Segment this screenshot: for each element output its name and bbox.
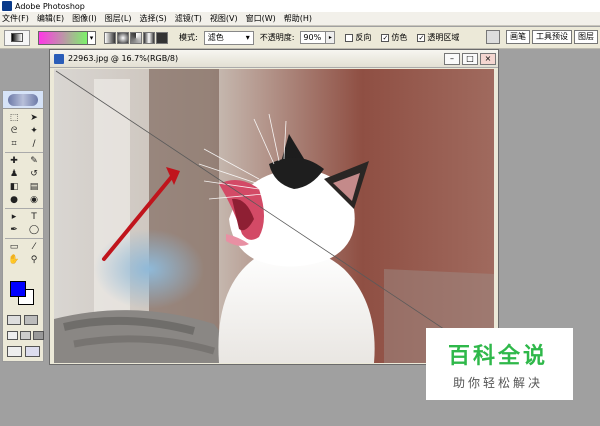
reverse-checkbox[interactable]: 反向 [345, 32, 371, 43]
watermark-logo: 百科全说 [447, 344, 548, 369]
move-icon[interactable]: ➤ [25, 112, 43, 124]
menu-select[interactable]: 选择(S) [139, 13, 166, 24]
document-window: 22963.jpg @ 16.7%(RGB/8) – □ × [49, 49, 499, 365]
eraser-icon[interactable]: ◧ [5, 181, 23, 193]
crop-icon[interactable]: ⌗ [5, 138, 23, 150]
menu-file[interactable]: 文件(F) [2, 13, 29, 24]
cat-photo [54, 69, 494, 363]
close-button[interactable]: × [480, 52, 496, 65]
mode-value: 滤色 [207, 33, 224, 42]
history-brush-icon[interactable]: ↺ [25, 168, 43, 180]
jump-to-imageready-icon[interactable] [25, 346, 40, 357]
file-browser-icon[interactable] [486, 30, 500, 44]
marquee-icon[interactable]: ⬚ [5, 112, 23, 124]
document-title: 22963.jpg @ 16.7%(RGB/8) [68, 54, 179, 63]
menu-window[interactable]: 窗口(W) [246, 13, 276, 24]
minimize-button[interactable]: – [444, 52, 460, 65]
app-title: Adobe Photoshop [15, 1, 85, 11]
shape-icon[interactable]: ◯ [25, 224, 43, 236]
slice-icon[interactable]: ∕ [25, 138, 43, 150]
image-canvas[interactable] [54, 69, 494, 363]
eyedropper-icon[interactable]: ⁄ [25, 241, 43, 253]
dither-label: 仿色 [391, 33, 408, 42]
tab-tool-presets[interactable]: 工具预设 [532, 30, 572, 44]
menu-layer[interactable]: 图层(L) [105, 13, 132, 24]
tool-preset-picker[interactable] [4, 29, 30, 46]
menu-help[interactable]: 帮助(H) [284, 13, 312, 24]
magic-wand-icon[interactable]: ✦ [25, 125, 43, 137]
mode-select[interactable]: 滤色 ▾ [203, 30, 254, 45]
chevron-down-icon: ▾ [245, 33, 250, 42]
document-icon [54, 53, 64, 64]
type-icon[interactable]: T [25, 211, 43, 223]
watermark-subtitle: 助你轻松解决 [452, 376, 543, 390]
chevron-down-icon[interactable]: ▾ [88, 30, 96, 45]
notes-icon[interactable]: ▭ [5, 241, 23, 253]
reverse-checkbox-box [345, 33, 354, 42]
menu-bar: 文件(F) 编辑(E) 图像(I) 图层(L) 选择(S) 滤镜(T) 视图(V… [0, 12, 600, 26]
menu-edit[interactable]: 编辑(E) [37, 13, 64, 24]
toolbox-header [3, 91, 43, 109]
print-icon[interactable] [7, 346, 22, 357]
radial-gradient-button[interactable] [117, 31, 129, 44]
palette-well: 画笔 工具预设 图层 [486, 30, 600, 44]
brush-icon[interactable]: ✎ [25, 155, 43, 167]
menu-image[interactable]: 图像(I) [72, 13, 97, 24]
transparency-label: 透明区域 [427, 33, 460, 42]
linear-gradient-button[interactable] [104, 31, 116, 44]
stamp-icon[interactable]: ♟ [5, 168, 23, 180]
gradient-swatch[interactable] [38, 30, 88, 45]
foreground-color-swatch[interactable] [10, 281, 26, 297]
path-select-icon[interactable]: ▸ [5, 211, 23, 223]
screen-mode-standard-icon[interactable] [7, 331, 18, 340]
healing-icon[interactable]: ✚ [5, 155, 23, 167]
menu-filter[interactable]: 滤镜(T) [175, 13, 202, 24]
dodge-icon[interactable]: ◉ [25, 194, 43, 206]
watermark: 百科全说 助你轻松解决 [426, 328, 573, 400]
dither-checkbox[interactable]: ✓ 仿色 [381, 32, 407, 43]
hand-icon[interactable]: ✋ [5, 254, 23, 266]
zoom-icon[interactable]: ⚲ [25, 254, 43, 266]
mode-label: 模式: [179, 33, 198, 42]
tab-layers[interactable]: 图层 [574, 30, 598, 44]
gradient-type-group [104, 31, 169, 44]
screen-mode-group [7, 331, 44, 340]
quickmask-mode-icon[interactable] [24, 315, 38, 325]
diamond-gradient-button[interactable] [156, 31, 168, 44]
opacity-label: 不透明度: [259, 33, 295, 42]
opacity-input[interactable]: 90% [300, 31, 327, 44]
angle-gradient-button[interactable] [130, 31, 142, 44]
gradient-icon[interactable]: ▤ [25, 181, 43, 193]
document-titlebar[interactable]: 22963.jpg @ 16.7%(RGB/8) – □ × [50, 50, 498, 68]
transparency-checkbox[interactable]: ✓ 透明区域 [417, 32, 459, 43]
lasso-icon[interactable]: ᘓ [5, 125, 23, 137]
reverse-label: 反向 [355, 33, 372, 42]
standard-mode-icon[interactable] [7, 315, 21, 325]
toolbox: ⬚ ➤ ᘓ ✦ ⌗ ∕ ✚ ✎ ♟ ↺ ◧ ▤ ● ◉ ▸ T ✒ ◯ ▭ ⁄ … [2, 90, 44, 362]
menu-view[interactable]: 视图(V) [210, 13, 238, 24]
transparency-checkbox-box: ✓ [417, 33, 426, 42]
pen-icon[interactable]: ✒ [5, 224, 23, 236]
screen-mode-full-icon[interactable] [33, 331, 44, 340]
opacity-stepper[interactable]: ▸ [326, 31, 336, 44]
tab-brushes[interactable]: 画笔 [506, 30, 530, 44]
gradient-tool-icon [11, 33, 23, 42]
blur-icon[interactable]: ● [5, 194, 23, 206]
dither-checkbox-box: ✓ [381, 33, 390, 42]
maximize-button[interactable]: □ [462, 52, 478, 65]
mask-mode-group [7, 315, 38, 325]
jump-group [7, 346, 40, 357]
photoshop-logo-icon [2, 1, 12, 11]
app-titlebar: Adobe Photoshop [0, 0, 600, 12]
screen-mode-full-menu-icon[interactable] [20, 331, 31, 340]
reflected-gradient-button[interactable] [143, 31, 155, 44]
feather-logo-icon [8, 93, 38, 106]
